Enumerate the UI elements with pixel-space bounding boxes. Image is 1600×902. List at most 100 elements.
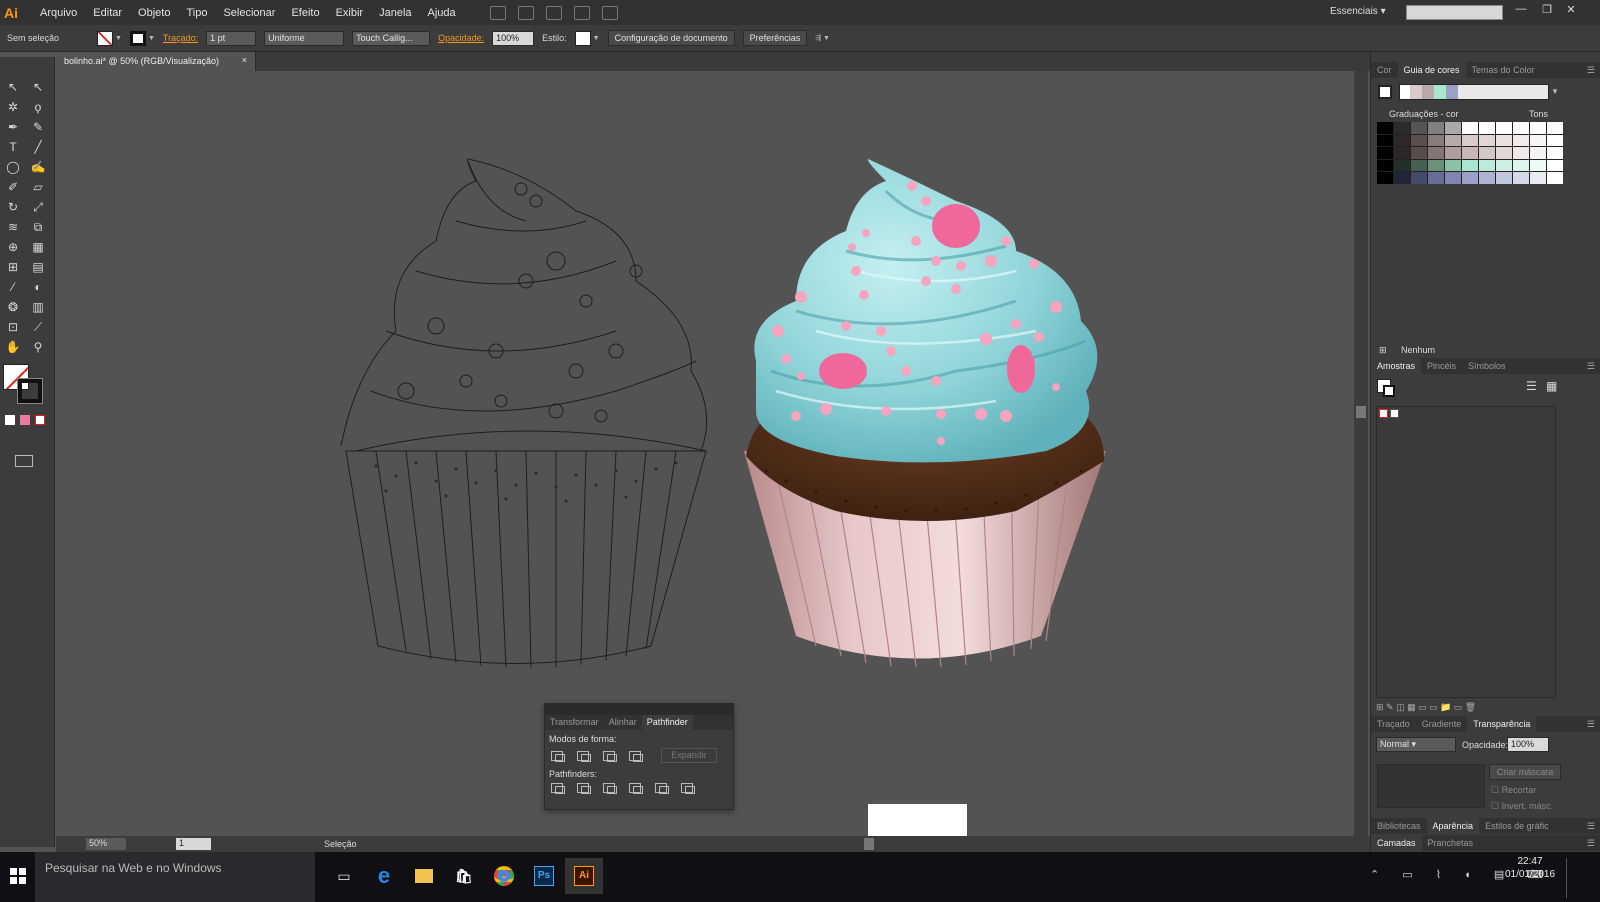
close-icon[interactable]: ✕ bbox=[1562, 3, 1580, 19]
tab-color-guide[interactable]: Guia de cores bbox=[1397, 62, 1466, 78]
pen-tool-icon[interactable]: ✒ bbox=[5, 119, 21, 135]
arrange-documents-icon[interactable] bbox=[545, 5, 562, 20]
expand-button[interactable]: Expandir bbox=[661, 748, 717, 763]
stock-icon[interactable] bbox=[517, 5, 534, 20]
clip-checkbox[interactable]: ☐ Recortar bbox=[1491, 785, 1536, 796]
taskbar-search[interactable]: Pesquisar na Web e no Windows bbox=[35, 852, 315, 902]
menu-ajuda[interactable]: Ajuda bbox=[420, 7, 464, 19]
lasso-tool-icon[interactable]: ϙ bbox=[30, 99, 46, 115]
color-variations-grid[interactable] bbox=[1377, 122, 1563, 184]
screen-mode-icon[interactable] bbox=[15, 455, 33, 467]
panel-header[interactable] bbox=[545, 704, 733, 715]
ellipse-tool-icon[interactable]: ◯ bbox=[5, 159, 21, 175]
panel-menu-icon[interactable]: ☰ bbox=[1587, 361, 1595, 372]
tab-appearance[interactable]: Aparência bbox=[1426, 818, 1480, 834]
gpu-performance-icon[interactable] bbox=[573, 5, 590, 20]
menu-selecionar[interactable]: Selecionar bbox=[215, 7, 283, 19]
edge-icon[interactable]: e bbox=[365, 858, 403, 894]
registration-swatch[interactable] bbox=[1390, 409, 1399, 418]
scale-tool-icon[interactable]: ⤢ bbox=[30, 199, 46, 215]
menu-efeito[interactable]: Efeito bbox=[283, 7, 327, 19]
document-tab[interactable]: bolinho.ai* @ 50% (RGB/Visualização) × bbox=[56, 52, 256, 71]
tab-libraries[interactable]: Bibliotecas bbox=[1371, 818, 1427, 834]
invert-mask-checkbox[interactable]: ☐ Invert. másc. bbox=[1491, 801, 1553, 812]
show-desktop-button[interactable] bbox=[1566, 858, 1572, 898]
minus-front-icon[interactable] bbox=[577, 750, 591, 762]
swatch-list[interactable] bbox=[1376, 406, 1556, 698]
direct-selection-tool-icon[interactable]: ↖ bbox=[30, 79, 46, 95]
windows-start-icon[interactable] bbox=[10, 868, 26, 884]
chevron-down-icon[interactable]: ▼ bbox=[115, 35, 122, 42]
workspace-switcher[interactable]: Essenciais ▾ bbox=[1330, 6, 1386, 17]
minimize-icon[interactable]: — bbox=[1512, 3, 1530, 19]
chevron-down-icon[interactable]: ▼ bbox=[148, 35, 155, 42]
panel-menu-icon[interactable]: ☰ bbox=[1587, 838, 1595, 849]
menu-arquivo[interactable]: Arquivo bbox=[32, 7, 85, 19]
bridge-icon[interactable] bbox=[489, 5, 506, 20]
menu-janela[interactable]: Janela bbox=[371, 7, 419, 19]
color-mode-icon[interactable] bbox=[5, 415, 15, 425]
free-transform-tool-icon[interactable]: ⧉ bbox=[30, 219, 46, 235]
document-setup-button[interactable]: Configuração de documento bbox=[607, 30, 735, 46]
make-mask-button[interactable]: Criar máscara bbox=[1489, 764, 1561, 780]
zoom-field[interactable]: 50% bbox=[86, 838, 126, 850]
intersect-icon[interactable] bbox=[603, 750, 617, 762]
blob-brush-tool-icon[interactable]: ✐ bbox=[5, 179, 21, 195]
stroke-label[interactable]: Traçado: bbox=[163, 33, 198, 43]
shape-builder-tool-icon[interactable]: ⊕ bbox=[5, 239, 21, 255]
tab-brushes[interactable]: Pincéis bbox=[1421, 358, 1462, 374]
zoom-tool-icon[interactable]: ⚲ bbox=[30, 339, 46, 355]
vertical-scrollbar[interactable] bbox=[1354, 71, 1368, 836]
panel-menu-icon[interactable]: ☰ bbox=[1587, 821, 1595, 832]
brush-select[interactable]: Touch Callig... bbox=[352, 30, 431, 46]
line-tool-icon[interactable]: ╱ bbox=[30, 139, 46, 155]
tab-transform[interactable]: Transformar bbox=[545, 715, 604, 730]
none-mode-icon[interactable] bbox=[35, 415, 45, 425]
tab-stroke[interactable]: Traçado bbox=[1371, 716, 1416, 732]
tab-graphic-styles[interactable]: Estilos de gráfic bbox=[1479, 818, 1555, 834]
divide-icon[interactable] bbox=[551, 783, 565, 794]
store-icon[interactable]: 🛍 bbox=[445, 858, 483, 894]
gradient-tool-icon[interactable]: ▤ bbox=[30, 259, 46, 275]
none-swatch[interactable] bbox=[1379, 409, 1388, 418]
gradient-mode-icon[interactable] bbox=[20, 415, 30, 425]
mesh-tool-icon[interactable]: ⊞ bbox=[5, 259, 21, 275]
tab-pathfinder[interactable]: Pathfinder bbox=[641, 715, 693, 730]
opacity-field[interactable]: 100% bbox=[1507, 737, 1549, 752]
tab-artboards[interactable]: Pranchetas bbox=[1422, 835, 1480, 851]
width-tool-icon[interactable]: ≋ bbox=[5, 219, 21, 235]
variation-label[interactable]: Graduações - cor bbox=[1389, 109, 1459, 119]
trim-icon[interactable] bbox=[577, 783, 591, 794]
opacity-label[interactable]: Opacidade: bbox=[438, 33, 484, 43]
perspective-grid-tool-icon[interactable]: ▦ bbox=[30, 239, 46, 255]
tab-color-themes[interactable]: Temas do Color bbox=[1466, 62, 1541, 78]
file-explorer-icon[interactable] bbox=[405, 858, 443, 894]
exclude-icon[interactable] bbox=[629, 750, 643, 762]
menu-editar[interactable]: Editar bbox=[85, 7, 130, 19]
minus-back-icon[interactable] bbox=[681, 783, 695, 794]
tab-color[interactable]: Cor bbox=[1371, 62, 1398, 78]
panel-menu-icon[interactable]: ☰ bbox=[1587, 719, 1595, 730]
hand-tool-icon[interactable]: ✋ bbox=[5, 339, 21, 355]
style-swatch[interactable] bbox=[574, 30, 591, 46]
merge-icon[interactable] bbox=[603, 783, 617, 794]
tab-transparency[interactable]: Transparência bbox=[1467, 716, 1537, 732]
type-tool-icon[interactable]: T bbox=[5, 139, 21, 155]
close-tab-icon[interactable]: × bbox=[242, 55, 247, 65]
tab-layers[interactable]: Camadas bbox=[1371, 835, 1422, 851]
unite-icon[interactable] bbox=[551, 750, 565, 762]
harmony-color-strip[interactable] bbox=[1399, 84, 1549, 100]
slice-tool-icon[interactable]: ⟋ bbox=[30, 319, 46, 335]
chevron-down-icon[interactable]: ▼ bbox=[1551, 87, 1559, 96]
brush-tool-icon[interactable]: ✍ bbox=[30, 159, 46, 175]
opacity-field[interactable]: 100% bbox=[492, 30, 535, 46]
chevron-down-icon[interactable]: ▼ bbox=[593, 35, 600, 42]
menu-exibir[interactable]: Exibir bbox=[328, 7, 372, 19]
tab-gradient[interactable]: Gradiente bbox=[1416, 716, 1468, 732]
scroll-thumb[interactable] bbox=[1356, 406, 1366, 418]
list-view-icon[interactable]: ☰ bbox=[1526, 379, 1537, 393]
task-view-icon[interactable]: ▭ bbox=[325, 858, 363, 894]
page-field[interactable]: 1 bbox=[176, 838, 211, 850]
arrange-icon[interactable]: ⇶ ▼ bbox=[815, 34, 830, 42]
grid-view-icon[interactable]: ▦ bbox=[1546, 379, 1557, 393]
